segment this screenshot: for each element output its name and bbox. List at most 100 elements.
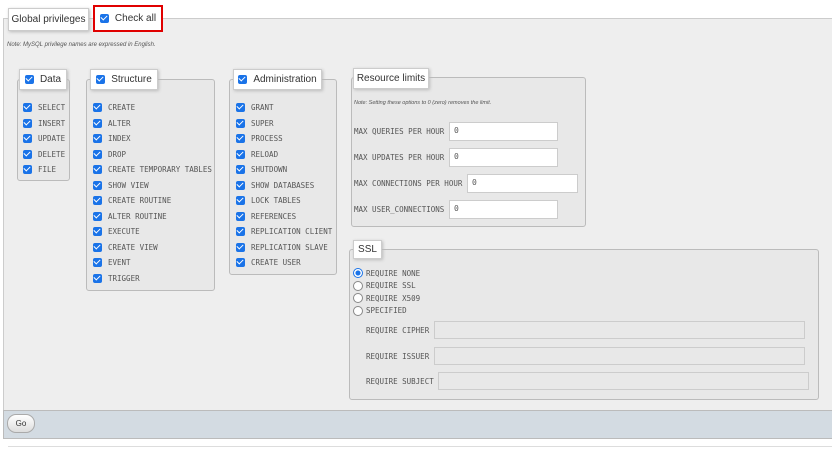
checkbox-checked-icon bbox=[24, 75, 34, 84]
checkbox-checked-icon bbox=[99, 14, 109, 23]
require-issuer-input[interactable] bbox=[434, 347, 805, 365]
administration-group-checkbox[interactable]: Administration bbox=[233, 69, 322, 90]
privilege-checkbox-event[interactable]: EVENT bbox=[93, 255, 212, 271]
privilege-note: Note: MySQL privilege names are expresse… bbox=[7, 42, 156, 48]
privilege-label: EXECUTE bbox=[108, 227, 140, 237]
privilege-checkbox-create-routine[interactable]: CREATE ROUTINE bbox=[93, 193, 212, 209]
privilege-checkbox-delete[interactable]: DELETE bbox=[23, 147, 65, 163]
radio-icon bbox=[353, 305, 363, 316]
checkbox-checked-icon bbox=[93, 149, 102, 159]
privilege-checkbox-alter[interactable]: ALTER bbox=[93, 116, 212, 132]
privilege-checkbox-drop[interactable]: DROP bbox=[93, 147, 212, 163]
privilege-label: CREATE VIEW bbox=[108, 242, 158, 252]
checkbox-checked-icon bbox=[236, 103, 245, 113]
privilege-label: ALTER bbox=[108, 118, 131, 128]
checkbox-checked-icon bbox=[236, 165, 245, 175]
privilege-checkbox-insert[interactable]: INSERT bbox=[23, 116, 65, 132]
privilege-checkbox-lock-tables[interactable]: LOCK TABLES bbox=[236, 193, 332, 209]
privilege-checkbox-index[interactable]: INDEX bbox=[93, 131, 212, 147]
data-group-checkbox[interactable]: Data bbox=[19, 69, 67, 90]
max-queries-input[interactable]: 0 bbox=[449, 122, 558, 141]
privilege-label: SELECT bbox=[38, 103, 66, 113]
ssl-option-label: REQUIRE X509 bbox=[366, 293, 421, 303]
require-subject-input[interactable] bbox=[438, 372, 809, 390]
privilege-label: REFERENCES bbox=[251, 211, 297, 221]
footer-bar bbox=[3, 410, 832, 439]
checkbox-checked-icon bbox=[23, 165, 32, 175]
divider bbox=[8, 446, 832, 447]
administration-group-label: Administration bbox=[253, 74, 317, 85]
privilege-checkbox-trigger[interactable]: TRIGGER bbox=[93, 271, 212, 287]
structure-group-checkbox[interactable]: Structure bbox=[90, 69, 158, 90]
privilege-label: TRIGGER bbox=[108, 273, 140, 283]
checkbox-checked-icon bbox=[93, 242, 102, 252]
privilege-label: ALTER ROUTINE bbox=[108, 211, 167, 221]
ssl-radio-require-x509[interactable]: REQUIRE X509 bbox=[353, 292, 420, 305]
checkbox-checked-icon bbox=[93, 118, 102, 128]
privilege-checkbox-replication-client[interactable]: REPLICATION CLIENT bbox=[236, 224, 332, 240]
privilege-label: EVENT bbox=[108, 258, 131, 268]
privilege-checkbox-create-user[interactable]: CREATE USER bbox=[236, 255, 332, 271]
privilege-checkbox-alter-routine[interactable]: ALTER ROUTINE bbox=[93, 209, 212, 225]
privilege-checkbox-create-temporary-tables[interactable]: CREATE TEMPORARY TABLES bbox=[93, 162, 212, 178]
privilege-checkbox-replication-slave[interactable]: REPLICATION SLAVE bbox=[236, 240, 332, 256]
privilege-checkbox-reload[interactable]: RELOAD bbox=[236, 147, 332, 163]
checkbox-checked-icon bbox=[93, 134, 102, 144]
privilege-label: FILE bbox=[38, 165, 57, 175]
global-privileges-legend: Global privileges bbox=[8, 8, 89, 31]
privilege-label: SHUTDOWN bbox=[251, 165, 288, 175]
privilege-label: GRANT bbox=[251, 103, 274, 113]
privilege-label: LOCK TABLES bbox=[251, 196, 301, 206]
privilege-checkbox-select[interactable]: SELECT bbox=[23, 100, 65, 116]
checkbox-checked-icon bbox=[93, 165, 102, 175]
go-button[interactable]: Go bbox=[7, 414, 35, 433]
checkbox-checked-icon bbox=[236, 211, 245, 221]
privilege-checkbox-update[interactable]: UPDATE bbox=[23, 131, 65, 147]
require-issuer-label: REQUIRE ISSUER bbox=[366, 352, 430, 361]
max-connections-input[interactable]: 0 bbox=[467, 174, 578, 193]
global-privileges-title: Global privileges bbox=[11, 14, 86, 25]
structure-group-label: Structure bbox=[111, 74, 152, 85]
checkbox-checked-icon bbox=[236, 134, 245, 144]
radio-icon bbox=[353, 293, 363, 304]
privilege-checkbox-process[interactable]: PROCESS bbox=[236, 131, 332, 147]
privilege-checkbox-show-view[interactable]: SHOW VIEW bbox=[93, 178, 212, 194]
data-group-label: Data bbox=[39, 74, 62, 85]
resource-limits-note: Note: Setting these options to 0 (zero) … bbox=[354, 100, 492, 106]
ssl-radio-require-ssl[interactable]: REQUIRE SSL bbox=[353, 280, 420, 293]
administration-privileges-list: GRANT SUPER PROCESS RELOAD SHUTDOWN SHOW DATA… bbox=[236, 100, 332, 271]
checkbox-checked-icon bbox=[236, 118, 245, 128]
ssl-radio-specified[interactable]: SPECIFIED bbox=[353, 305, 420, 318]
max-user-connections-label: MAX USER_CONNECTIONS bbox=[354, 205, 445, 214]
privilege-label: CREATE bbox=[108, 103, 136, 113]
resource-limits-title: Resource limits bbox=[356, 73, 426, 84]
ssl-option-label: REQUIRE SSL bbox=[366, 281, 416, 291]
checkbox-checked-icon bbox=[93, 103, 102, 113]
privilege-checkbox-create[interactable]: CREATE bbox=[93, 100, 212, 116]
checkbox-checked-icon bbox=[93, 180, 102, 190]
privilege-checkbox-references[interactable]: REFERENCES bbox=[236, 209, 332, 225]
privilege-label: CREATE USER bbox=[251, 258, 301, 268]
ssl-radio-require-none[interactable]: REQUIRE NONE bbox=[353, 267, 420, 280]
max-updates-input[interactable]: 0 bbox=[449, 148, 558, 167]
require-cipher-input[interactable] bbox=[434, 321, 805, 339]
privilege-label: INDEX bbox=[108, 134, 131, 144]
privilege-label: SHOW DATABASES bbox=[251, 180, 315, 190]
privilege-checkbox-show-databases[interactable]: SHOW DATABASES bbox=[236, 178, 332, 194]
ssl-option-label: REQUIRE NONE bbox=[366, 268, 421, 278]
checkbox-checked-icon bbox=[93, 258, 102, 268]
privilege-checkbox-create-view[interactable]: CREATE VIEW bbox=[93, 240, 212, 256]
privilege-checkbox-super[interactable]: SUPER bbox=[236, 116, 332, 132]
privilege-checkbox-grant[interactable]: GRANT bbox=[236, 100, 332, 116]
ssl-legend: SSL bbox=[353, 240, 382, 259]
check-all-checkbox[interactable]: Check all bbox=[93, 5, 163, 32]
privilege-checkbox-file[interactable]: FILE bbox=[23, 162, 65, 178]
privilege-checkbox-shutdown[interactable]: SHUTDOWN bbox=[236, 162, 332, 178]
checkbox-checked-icon bbox=[236, 258, 245, 268]
max-user-connections-input[interactable]: 0 bbox=[449, 200, 558, 219]
checkbox-checked-icon bbox=[236, 149, 245, 159]
checkbox-checked-icon bbox=[236, 227, 245, 237]
privilege-label: REPLICATION SLAVE bbox=[251, 242, 328, 252]
data-privileges-list: SELECT INSERT UPDATE DELETE FILE bbox=[23, 100, 65, 178]
privilege-checkbox-execute[interactable]: EXECUTE bbox=[93, 224, 212, 240]
